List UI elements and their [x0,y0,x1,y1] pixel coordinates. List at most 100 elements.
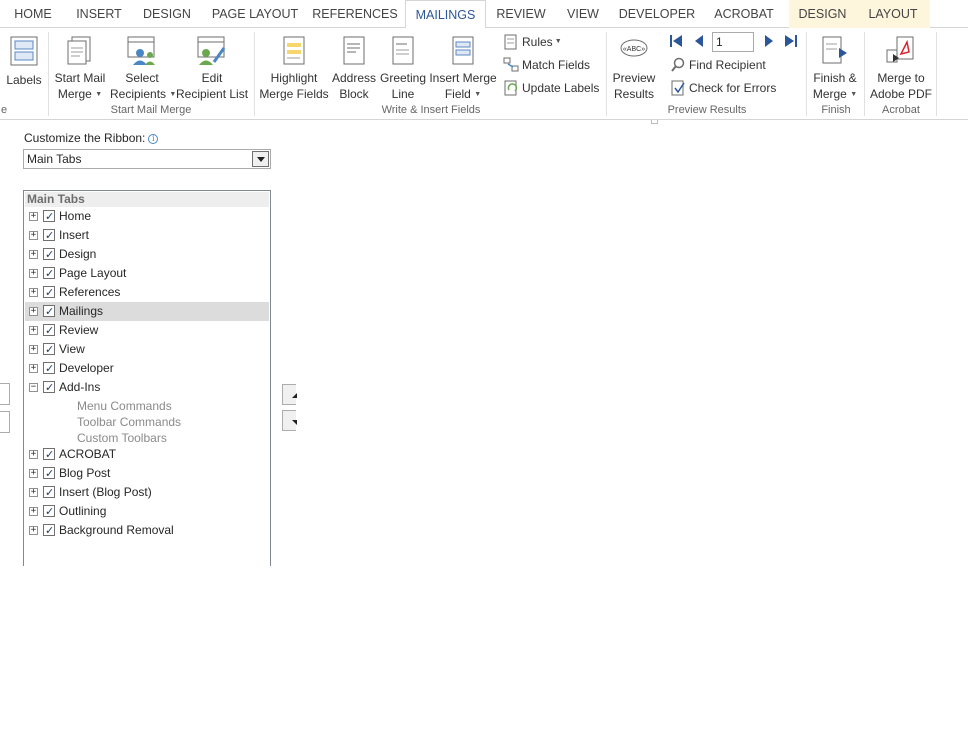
tree-item-insert-blog-post[interactable]: + Insert (Blog Post) [25,483,269,502]
check-errors-label: Check for Errors [689,81,777,95]
edit-recipient-list-button[interactable]: Edit Recipient List [176,30,248,102]
tree-item-references[interactable]: + References [25,283,269,302]
customize-ribbon-dropdown[interactable]: Main Tabs [23,149,271,169]
checkbox[interactable] [43,464,55,483]
expand-icon[interactable]: + [29,507,38,516]
rules-button[interactable]: Rules ▼ [503,32,562,52]
record-number-input[interactable]: 1 [712,32,754,52]
expand-icon[interactable]: + [29,488,38,497]
tree-item-design[interactable]: + Design [25,245,269,264]
tab-insert[interactable]: INSERT [68,0,130,28]
checkbox[interactable] [43,502,55,521]
move-down-button[interactable] [282,410,297,431]
find-recipient-button[interactable]: Find Recipient [670,55,766,75]
tree-item-add-ins[interactable]: − Add-Ins [25,378,269,397]
preview-results-button[interactable]: «ABC» Preview Results [610,30,658,102]
start-mail-merge-button[interactable]: Start Mail Merge ▼ [52,30,108,103]
tree-item-acrobat[interactable]: + ACROBAT [25,445,269,464]
last-record-icon[interactable] [783,33,799,49]
select-recipients-icon [127,36,155,65]
tree-item-review[interactable]: + Review [25,321,269,340]
tree-item-outlining[interactable]: + Outlining [25,502,269,521]
expand-icon[interactable]: + [29,212,38,221]
checkbox[interactable] [43,264,55,283]
tab-view[interactable]: VIEW [558,0,608,28]
group-separator [254,32,255,116]
edit-recipient-line1: Edit [201,71,223,85]
tab-references[interactable]: REFERENCES [312,0,398,28]
tab-acrobat[interactable]: ACROBAT [706,0,782,28]
expand-icon[interactable]: + [29,307,38,316]
expand-icon[interactable]: + [29,526,38,535]
insert-merge-field-button[interactable]: Insert Merge Field ▼ [428,30,498,103]
checkbox[interactable] [43,340,55,359]
tree-item-page-layout[interactable]: + Page Layout [25,264,269,283]
move-up-button[interactable] [282,384,297,405]
merge-to-adobe-pdf-button[interactable]: Merge to Adobe PDF [868,30,934,102]
add-button-partial[interactable] [0,383,10,405]
tab-developer[interactable]: DEVELOPER [614,0,700,28]
tab-table-design[interactable]: DESIGN [789,0,856,28]
select-recipients-line1: Select [125,71,159,85]
finish-merge-button[interactable]: Finish & Merge ▼ [810,30,860,103]
insert-merge-line2: Field ▼ [444,87,482,101]
checkbox[interactable] [43,521,55,540]
tree-item-blog-post[interactable]: + Blog Post [25,464,269,483]
preview-results-icon: «ABC» [620,39,648,57]
tree-item-view[interactable]: + View [25,340,269,359]
find-recipient-label: Find Recipient [689,58,766,72]
svg-text:«ABC»: «ABC» [623,46,645,53]
next-record-icon[interactable] [761,33,777,49]
expand-icon[interactable]: + [29,345,38,354]
checkbox[interactable] [43,207,55,226]
expand-icon[interactable]: + [29,364,38,373]
check-for-errors-button[interactable]: Check for Errors [670,78,776,98]
tree-item-developer[interactable]: + Developer [25,359,269,378]
checkbox[interactable] [43,483,55,502]
tree-subitem-custom-toolbars[interactable]: Custom Toolbars [77,430,167,446]
tree-item-mailings[interactable]: + Mailings [25,302,269,321]
checkbox[interactable] [43,226,55,245]
tab-design[interactable]: DESIGN [136,0,198,28]
acrobat-group-label: Acrobat [882,104,920,116]
dropdown-arrow-icon[interactable] [252,151,269,167]
tree-item-home[interactable]: + Home [25,207,269,226]
checkbox[interactable] [43,302,55,321]
checkbox[interactable] [43,283,55,302]
match-fields-button[interactable]: Match Fields [503,55,590,75]
checkbox[interactable] [43,359,55,378]
tab-review[interactable]: REVIEW [491,0,551,28]
tab-mailings[interactable]: MAILINGS [405,0,486,29]
update-labels-button[interactable]: Update Labels [503,78,599,98]
labels-button[interactable]: Labels [4,30,44,88]
expand-icon[interactable]: + [29,269,38,278]
expand-icon[interactable]: + [29,450,38,459]
remove-button-partial[interactable] [0,411,10,433]
tree-subitem-toolbar-commands[interactable]: Toolbar Commands [77,414,181,430]
mailings-ribbon: Labels Start Mail Merge ▼ Select Recipie… [0,28,968,120]
expand-icon[interactable]: + [29,469,38,478]
select-recipients-button[interactable]: Select Recipients ▼ [110,30,176,103]
address-block-button[interactable]: Address Block [331,30,377,102]
previous-record-icon[interactable] [691,33,707,49]
tree-item-insert[interactable]: + Insert [25,226,269,245]
labels-icon [10,36,38,66]
collapse-icon[interactable]: − [29,383,38,392]
tab-home[interactable]: HOME [2,0,64,28]
checkbox[interactable] [43,321,55,340]
tree-item-background-removal[interactable]: + Background Removal [25,521,269,540]
ribbon-tabs-tree[interactable]: Main Tabs + Home + Insert + Design + Pag… [23,190,271,566]
expand-icon[interactable]: + [29,231,38,240]
expand-icon[interactable]: + [29,326,38,335]
checkbox[interactable] [43,445,55,464]
highlight-merge-fields-button[interactable]: Highlight Merge Fields [258,30,330,102]
greeting-line-button[interactable]: Greeting Line [379,30,427,102]
tab-page-layout[interactable]: PAGE LAYOUT [206,0,304,28]
checkbox[interactable] [43,378,55,397]
expand-icon[interactable]: + [29,288,38,297]
checkbox[interactable] [43,245,55,264]
tab-table-layout[interactable]: LAYOUT [856,0,930,28]
first-record-icon[interactable] [668,33,684,49]
expand-icon[interactable]: + [29,250,38,259]
tree-subitem-menu-commands[interactable]: Menu Commands [77,398,172,414]
